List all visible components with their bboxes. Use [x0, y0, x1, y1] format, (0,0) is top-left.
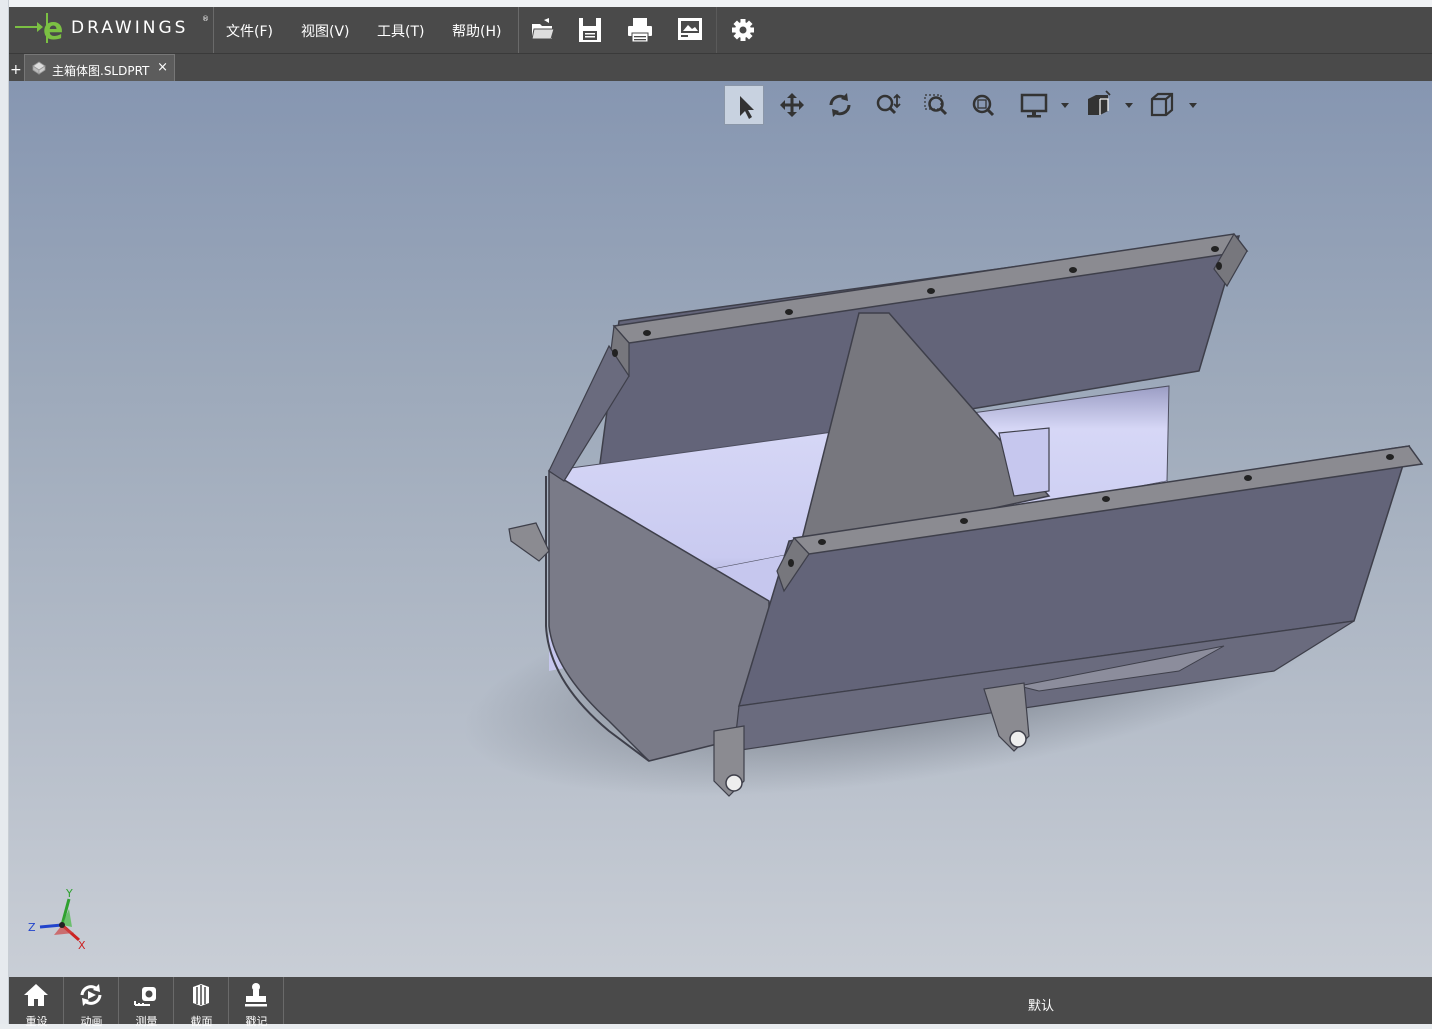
bottom-toolbar: 重设 动画 测量 截面 戳记 默认 [9, 977, 1432, 1028]
measure-label: 测量 [135, 1015, 158, 1028]
stamp-button[interactable]: 戳记 [229, 977, 284, 1028]
gear-icon [732, 19, 754, 41]
view-orientation-icon [1088, 90, 1111, 115]
measure-button[interactable]: 测量 [119, 977, 174, 1028]
menu-view[interactable]: 视图(V) [301, 21, 350, 41]
zoom-tool-button[interactable] [868, 85, 908, 125]
animate-icon [80, 984, 102, 1006]
stamp-icon [245, 983, 267, 1007]
reset-label: 重设 [25, 1015, 48, 1028]
open-button[interactable] [528, 15, 558, 45]
lug [713, 725, 745, 797]
display-style-button[interactable] [1014, 85, 1054, 125]
edrawings-logo: e DRAWINGS ® [15, 12, 211, 47]
model-viewport[interactable]: Y X Z [9, 81, 1432, 977]
triad-x-label: X [78, 939, 86, 952]
logo-text: DRAWINGS [71, 18, 189, 38]
zoom-to-fit-icon [972, 94, 995, 117]
section-button[interactable]: 截面 [174, 977, 229, 1028]
settings-button[interactable] [728, 15, 758, 45]
window-top-strip [9, 0, 1432, 7]
pan-tool-button[interactable] [772, 85, 812, 125]
zoom-to-area-button[interactable] [916, 85, 956, 125]
standard-view-button[interactable] [1142, 85, 1182, 125]
rotate-tool-button[interactable] [820, 85, 860, 125]
animate-button[interactable]: 动画 [64, 977, 119, 1028]
divider [213, 7, 214, 53]
new-tab-button[interactable]: + [10, 63, 23, 77]
view-orientation-button[interactable] [1078, 85, 1118, 125]
title-bar: e DRAWINGS ® 文件(F) 视图(V) 工具(T) 帮助(H) [9, 7, 1432, 53]
select-tool-button[interactable] [724, 85, 764, 125]
part-file-icon [32, 61, 46, 75]
open-folder-icon [531, 18, 555, 40]
markup-button[interactable] [675, 15, 705, 45]
reset-button[interactable]: 重设 [9, 977, 64, 1028]
configuration-label[interactable]: 默认 [1028, 995, 1054, 1014]
close-tab-button[interactable]: × [157, 60, 168, 75]
measure-icon [134, 987, 156, 1006]
document-tab-label: 主箱体图.SLDPRT [52, 64, 150, 78]
logo-arrow-icon [15, 22, 43, 32]
save-button[interactable] [575, 15, 605, 45]
document-tab[interactable]: 主箱体图.SLDPRT × [24, 54, 175, 82]
chevron-down-icon[interactable] [1125, 103, 1133, 109]
animate-label: 动画 [80, 1015, 103, 1028]
triad-y-label: Y [65, 887, 73, 900]
zoom-to-area-icon [924, 94, 948, 116]
edrawings-window: e DRAWINGS ® 文件(F) 视图(V) 工具(T) 帮助(H) + 主… [0, 0, 1432, 1028]
section-label: 截面 [190, 1015, 213, 1028]
logo-letter: e [43, 12, 64, 47]
chevron-down-icon[interactable] [1189, 103, 1197, 109]
section-icon [193, 984, 209, 1006]
display-style-icon [1020, 93, 1048, 118]
3d-part-model [463, 232, 1424, 797]
print-button[interactable] [625, 15, 655, 45]
chevron-down-icon[interactable] [1061, 103, 1069, 109]
document-tab-bar: + 主箱体图.SLDPRT × [9, 53, 1432, 82]
standard-view-icon [1150, 92, 1174, 117]
menu-tools[interactable]: 工具(T) [377, 21, 424, 41]
print-icon [628, 18, 652, 43]
triad-z-label: Z [28, 921, 36, 934]
rotate-icon [829, 93, 851, 117]
menu-help[interactable]: 帮助(H) [452, 21, 501, 41]
stamp-label: 戳记 [245, 1015, 268, 1028]
markup-icon [678, 18, 702, 40]
pan-icon [780, 93, 804, 117]
save-icon [579, 18, 601, 42]
view-toolbar [724, 85, 1204, 125]
zoom-to-fit-button[interactable] [964, 85, 1004, 125]
zoom-icon [876, 93, 901, 115]
logo-registered-mark: ® [202, 15, 209, 23]
window-left-frame [0, 0, 9, 1024]
divider [518, 7, 519, 53]
menu-file[interactable]: 文件(F) [226, 21, 273, 41]
home-icon [24, 984, 48, 1006]
axis-triad: Y X Z [28, 887, 86, 952]
select-arrow-icon [740, 96, 754, 119]
divider [716, 7, 717, 53]
